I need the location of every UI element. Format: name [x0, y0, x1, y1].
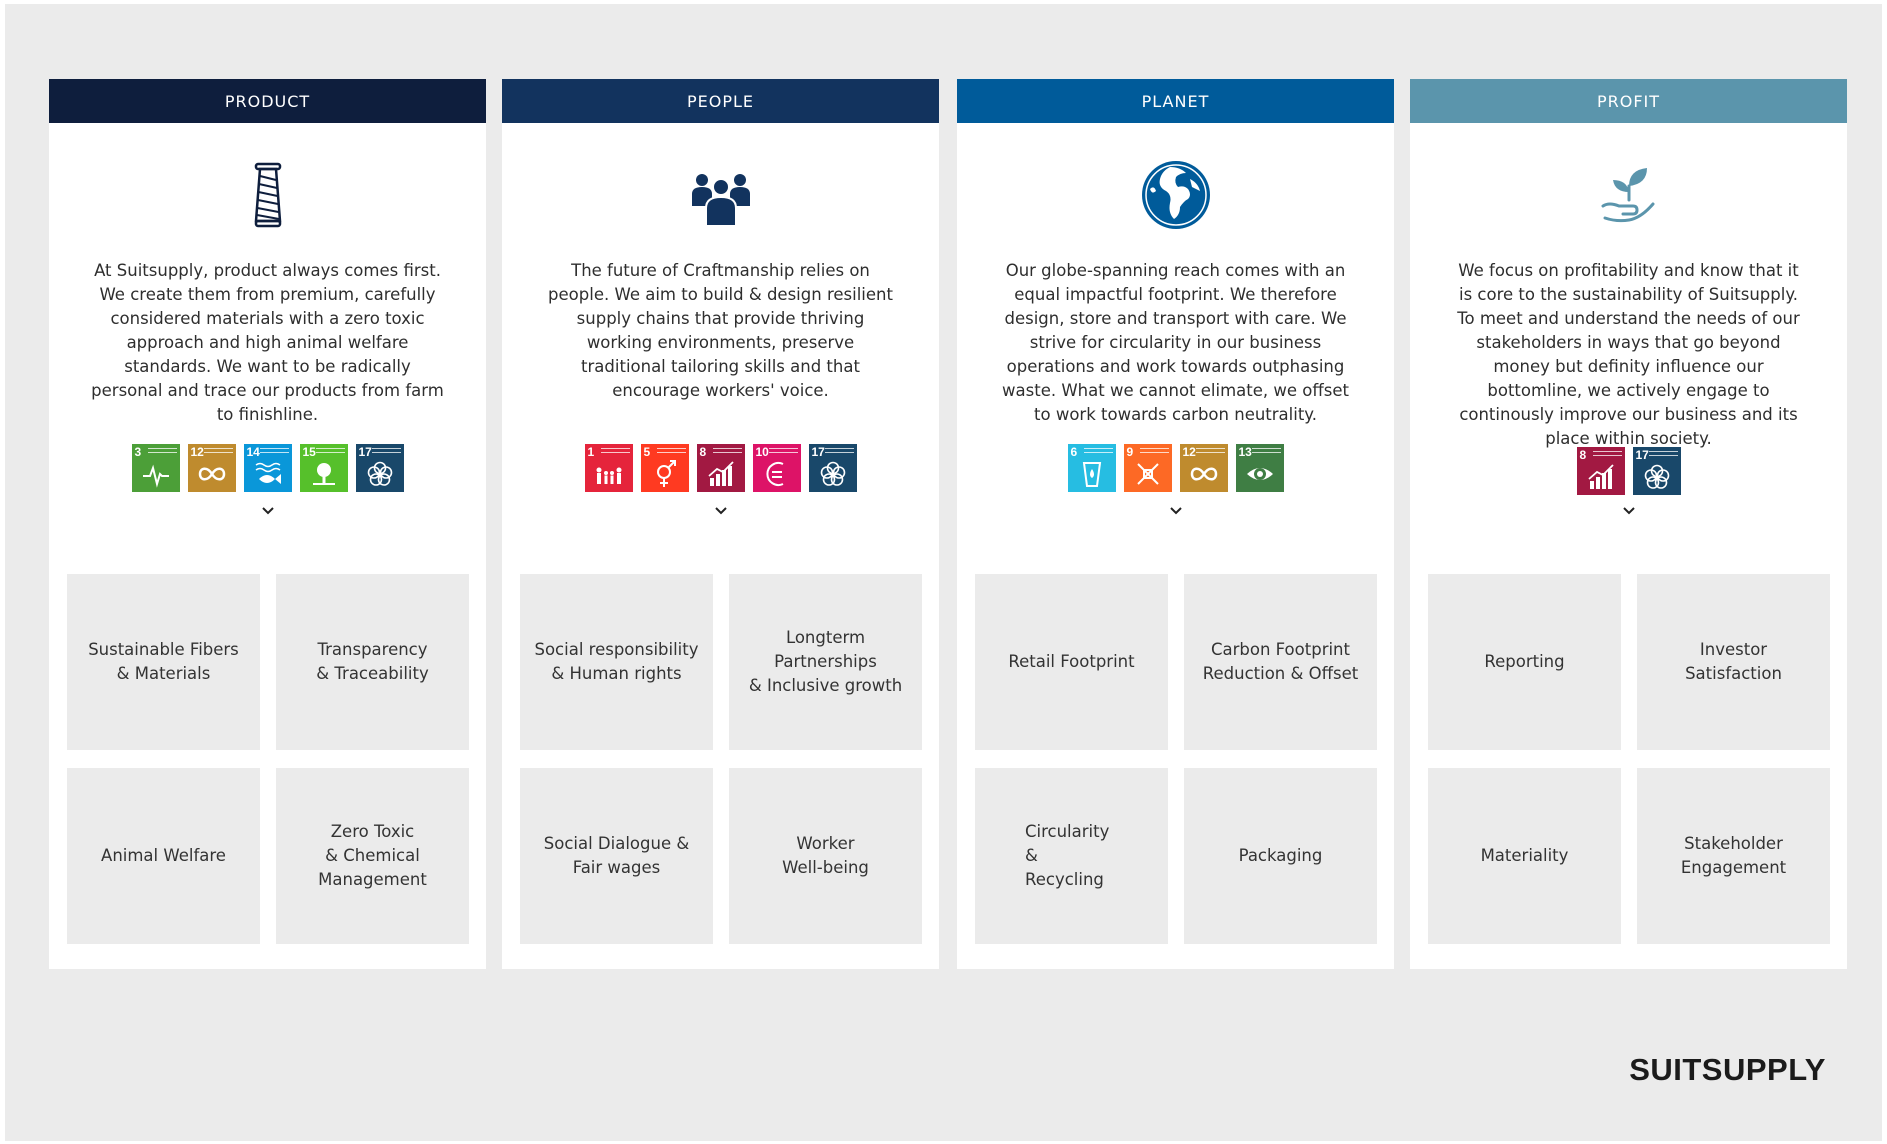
topic-tile[interactable]: Retail Footprint: [975, 574, 1168, 750]
topic-tile[interactable]: Worker Well-being: [729, 768, 922, 944]
topic-tile[interactable]: Carbon Footprint Reduction & Offset: [1184, 574, 1377, 750]
column-description: We focus on profitability and know that …: [1457, 261, 1800, 448]
globe-icon: [957, 159, 1394, 231]
flower-rings-icon: [367, 461, 392, 486]
column-header: PLANET: [957, 79, 1394, 123]
column-header: PRODUCT: [49, 79, 486, 123]
column-header: PEOPLE: [502, 79, 939, 123]
fish-icon: [255, 462, 281, 484]
sdg-goals: 3 12 14 15 17: [49, 444, 486, 492]
sdg-goals: 6 9 12 13: [957, 444, 1394, 492]
topic-tile[interactable]: Sustainable Fibers & Materials: [67, 574, 260, 750]
brand-logo: SUITSUPPLY: [1629, 1052, 1826, 1087]
flower-rings-icon: [820, 461, 845, 486]
water-glass-icon: [1082, 462, 1101, 487]
topic-tile[interactable]: Circularity & Recycling: [975, 768, 1168, 944]
topic-tile[interactable]: Zero Toxic & Chemical Management: [276, 768, 469, 944]
sdg-goal-12[interactable]: 12: [1179, 444, 1228, 492]
infinity-icon: [198, 467, 225, 481]
topic-tile[interactable]: Animal Welfare: [67, 768, 260, 944]
sdg-goal-3[interactable]: 3: [131, 444, 180, 492]
topic-tile[interactable]: Transparency & Traceability: [276, 574, 469, 750]
sdg-goal-5[interactable]: 5: [640, 444, 689, 492]
column-planet: PLANET Our globe-spanning reach comes wi…: [957, 79, 1394, 969]
family-icon: [596, 467, 621, 484]
chevron-down-icon[interactable]: [1410, 507, 1847, 515]
column-title: PLANET: [1141, 91, 1210, 111]
eye-globe-icon: [1246, 468, 1273, 480]
column-header: PROFIT: [1410, 79, 1847, 123]
topic-tile[interactable]: Materiality: [1428, 768, 1621, 944]
people-group-icon: [502, 159, 939, 231]
sdg-goal-1[interactable]: 1: [584, 444, 633, 492]
topic-tile[interactable]: Longterm Partnerships & Inclusive growth: [729, 574, 922, 750]
thread-spool-icon: [49, 159, 486, 231]
innovation-cubes-icon: [1136, 463, 1159, 485]
chevron-down-icon[interactable]: [49, 507, 486, 515]
tree-icon: [312, 463, 335, 485]
growth-chart-icon: [707, 461, 734, 486]
sdg-goal-13[interactable]: 13: [1235, 444, 1284, 492]
chevron-down-icon[interactable]: [502, 507, 939, 515]
health-pulse-icon: [142, 464, 169, 488]
sdg-goal-10[interactable]: 10: [752, 444, 801, 492]
chevron-down-icon[interactable]: [957, 507, 1394, 515]
topic-tile[interactable]: Stakeholder Engagement: [1637, 768, 1830, 944]
sdg-goal-15[interactable]: 15: [299, 444, 348, 492]
hand-plant-icon: [1410, 159, 1847, 231]
gender-equality-icon: [656, 460, 676, 487]
column-people: PEOPLE The future of Craftmanship relies…: [502, 79, 939, 969]
pillars-board: PRODUCT At Suitsupply, product always co…: [5, 4, 1882, 1141]
sdg-goal-17[interactable]: 17: [355, 444, 404, 492]
flower-rings-icon: [1644, 464, 1669, 489]
sdg-goals: 1 5 8 10 17: [502, 444, 939, 492]
column-title: PRODUCT: [224, 91, 311, 111]
column-product: PRODUCT At Suitsupply, product always co…: [49, 79, 486, 969]
infinity-icon: [1190, 467, 1217, 481]
equality-icon: [765, 462, 783, 486]
sdg-goal-8[interactable]: 8: [696, 444, 745, 492]
sdg-goal-17[interactable]: 17: [808, 444, 857, 492]
topic-tile[interactable]: Social Dialogue & Fair wages: [520, 768, 713, 944]
sdg-goal-6[interactable]: 6: [1067, 444, 1116, 492]
column-description: The future of Craftmanship relies on peo…: [548, 261, 893, 400]
topic-tile[interactable]: Reporting: [1428, 574, 1621, 750]
column-description: Our globe-spanning reach comes with an e…: [1002, 261, 1349, 424]
column-description: At Suitsupply, product always comes firs…: [91, 261, 444, 424]
sdg-goal-8[interactable]: 8: [1576, 447, 1625, 495]
sdg-goal-12[interactable]: 12: [187, 444, 236, 492]
topic-tile[interactable]: Packaging: [1184, 768, 1377, 944]
sdg-goal-14[interactable]: 14: [243, 444, 292, 492]
column-profit: PROFIT We focus on profitability and kno…: [1410, 79, 1847, 969]
topic-tile[interactable]: Social responsibility & Human rights: [520, 574, 713, 750]
sdg-goal-9[interactable]: 9: [1123, 444, 1172, 492]
sdg-goal-17[interactable]: 17: [1632, 447, 1681, 495]
growth-chart-icon: [1587, 464, 1614, 489]
sdg-goals: 8 17: [1410, 447, 1847, 495]
topic-tile[interactable]: Investor Satisfaction: [1637, 574, 1830, 750]
column-title: PEOPLE: [686, 91, 755, 111]
column-title: PROFIT: [1596, 91, 1661, 111]
